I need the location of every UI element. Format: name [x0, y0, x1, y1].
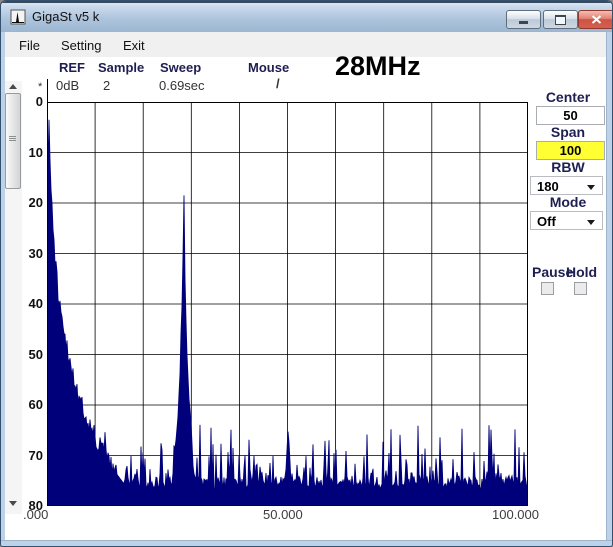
menu-exit[interactable]: Exit — [120, 37, 148, 54]
span-label: Span — [531, 124, 605, 140]
y-tick-label: 20 — [1, 195, 43, 210]
title-bar[interactable]: GigaSt v5 k — [1, 1, 612, 33]
ref-label: REF — [59, 60, 85, 75]
mode-value: Off — [537, 214, 556, 229]
sweep-label: Sweep — [160, 60, 201, 75]
spectrum-trace — [47, 120, 527, 506]
chevron-down-icon — [587, 220, 595, 225]
pause-checkbox[interactable] — [541, 282, 554, 295]
window-border-bottom — [1, 540, 613, 547]
scrollbar-grip-icon — [9, 136, 16, 137]
window-border-right — [606, 32, 613, 540]
span-input[interactable]: 100 — [536, 141, 605, 160]
minimize-icon — [519, 21, 528, 24]
y-tick-label: 10 — [1, 145, 43, 160]
menu-setting[interactable]: Setting — [58, 37, 104, 54]
ref-marker: * — [38, 81, 42, 93]
app-icon[interactable] — [10, 9, 26, 25]
hold-checkbox[interactable] — [574, 282, 587, 295]
y-axis-extension — [47, 79, 48, 102]
hold-label: Hold — [566, 264, 597, 280]
window-title: GigaSt v5 k — [32, 9, 99, 24]
y-tick-label: 60 — [1, 397, 43, 412]
plot-area[interactable] — [47, 102, 528, 506]
rbw-dropdown[interactable]: 180 — [530, 176, 603, 195]
x-tick-mid: 50.000 — [263, 507, 303, 522]
spectrum-chart — [47, 102, 528, 506]
close-icon — [591, 15, 602, 24]
menu-file[interactable]: File — [16, 37, 43, 54]
chevron-down-icon — [587, 185, 595, 190]
app-window: GigaSt v5 k File Setting Exit REF Sample… — [0, 0, 613, 547]
mode-dropdown[interactable]: Off — [530, 211, 603, 230]
menu-bar: File Setting Exit — [2, 32, 606, 57]
y-tick-label: 0 — [1, 94, 43, 109]
page-title: 28MHz — [335, 51, 421, 82]
y-tick-label: 30 — [1, 246, 43, 261]
x-tick-start: .000 — [23, 507, 48, 522]
mouse-label: Mouse — [248, 60, 289, 75]
center-label: Center — [531, 89, 605, 105]
y-tick-label: 50 — [1, 347, 43, 362]
y-tick-label: 70 — [1, 448, 43, 463]
maximize-icon — [555, 15, 566, 25]
mode-label: Mode — [531, 194, 605, 210]
sweep-value: 0.69sec — [159, 78, 205, 93]
rbw-label: RBW — [531, 159, 605, 175]
y-tick-label: 40 — [1, 296, 43, 311]
ref-value: 0dB — [56, 78, 79, 93]
sample-label: Sample — [98, 60, 144, 75]
sample-value: 2 — [103, 78, 110, 93]
close-button[interactable] — [578, 10, 613, 29]
window-border-left — [1, 32, 5, 540]
maximize-button[interactable] — [543, 10, 578, 29]
scroll-up-icon[interactable] — [9, 84, 17, 89]
rbw-value: 180 — [537, 179, 559, 194]
center-input[interactable]: 50 — [536, 106, 605, 125]
x-tick-end: 100.000 — [492, 507, 539, 522]
mouse-value: / — [276, 76, 280, 91]
minimize-button[interactable] — [506, 10, 541, 29]
